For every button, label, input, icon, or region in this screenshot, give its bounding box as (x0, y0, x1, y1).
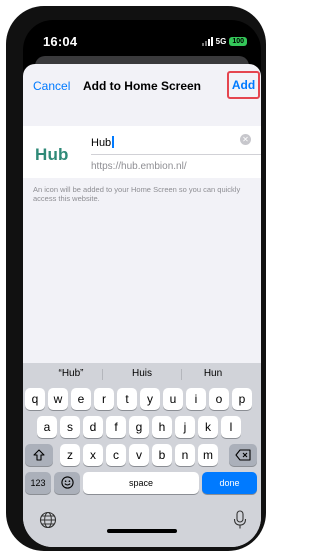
key-c[interactable]: c (106, 444, 126, 466)
site-icon: Hub (35, 145, 69, 164)
key-t[interactable]: t (117, 388, 137, 410)
mic-icon[interactable] (233, 510, 247, 530)
prediction-separator (181, 369, 182, 380)
key-u[interactable]: u (163, 388, 183, 410)
key-i[interactable]: i (186, 388, 206, 410)
key-n[interactable]: n (175, 444, 195, 466)
hint-text: An icon will be added to your Home Scree… (33, 185, 241, 203)
globe-icon[interactable] (39, 511, 57, 529)
key-q[interactable]: q (25, 388, 45, 410)
screen: 16:04 5G 100 Cancel Add to Home Screen A… (23, 20, 261, 547)
predictive-bar: “Hub” Huis Hun (23, 363, 261, 385)
emoji-key[interactable] (54, 472, 80, 494)
signal-icon (201, 36, 213, 46)
prediction-2[interactable]: Huis (112, 368, 172, 379)
home-indicator (107, 529, 177, 533)
backspace-key[interactable] (229, 444, 257, 466)
prediction-1[interactable]: “Hub” (41, 368, 101, 379)
key-e[interactable]: e (71, 388, 91, 410)
key-a[interactable]: a (37, 416, 57, 438)
add-button-highlight: Add (227, 71, 260, 99)
key-p[interactable]: p (232, 388, 252, 410)
key-v[interactable]: v (129, 444, 149, 466)
battery-icon: 100 (229, 36, 247, 46)
text-cursor (112, 136, 114, 148)
key-y[interactable]: y (140, 388, 160, 410)
clear-icon[interactable]: ✕ (240, 134, 251, 145)
emoji-icon (60, 476, 74, 489)
key-x[interactable]: x (83, 444, 103, 466)
add-to-home-sheet: Cancel Add to Home Screen Add Hub Hub ✕ … (23, 64, 261, 547)
keyboard: “Hub” Huis Hun q w e r t y u i o p a s d… (23, 363, 261, 547)
backspace-icon (235, 449, 251, 461)
status-time: 16:04 (43, 34, 78, 49)
key-f[interactable]: f (106, 416, 126, 438)
shortcut-name-value: Hub (91, 137, 112, 149)
key-g[interactable]: g (129, 416, 149, 438)
add-button[interactable]: Add (229, 73, 258, 97)
status-bar: 16:04 5G 100 (23, 20, 261, 56)
key-r[interactable]: r (94, 388, 114, 410)
key-k[interactable]: k (198, 416, 218, 438)
key-m[interactable]: m (198, 444, 218, 466)
key-w[interactable]: w (48, 388, 68, 410)
key-s[interactable]: s (60, 416, 80, 438)
space-key[interactable]: space (83, 472, 199, 494)
key-h[interactable]: h (152, 416, 172, 438)
shift-key[interactable] (25, 444, 53, 466)
network-label: 5G (215, 36, 227, 46)
cancel-button[interactable]: Cancel (33, 79, 70, 93)
divider (91, 154, 261, 155)
key-o[interactable]: o (209, 388, 229, 410)
nav-bar: Cancel Add to Home Screen Add (23, 64, 261, 108)
shortcut-card: Hub Hub ✕ https://hub.embion.nl/ (23, 126, 261, 178)
status-indicators: 5G 100 (201, 35, 247, 47)
prediction-3[interactable]: Hun (183, 368, 243, 379)
key-l[interactable]: l (221, 416, 241, 438)
done-key[interactable]: done (202, 472, 257, 494)
numbers-key[interactable]: 123 (25, 472, 51, 494)
prediction-separator (102, 369, 103, 380)
shortcut-name-field[interactable]: Hub ✕ (91, 133, 253, 149)
key-d[interactable]: d (83, 416, 103, 438)
phone-frame: 16:04 5G 100 Cancel Add to Home Screen A… (6, 6, 266, 551)
shortcut-url: https://hub.embion.nl/ (91, 161, 187, 172)
key-z[interactable]: z (60, 444, 80, 466)
key-b[interactable]: b (152, 444, 172, 466)
key-j[interactable]: j (175, 416, 195, 438)
shift-icon (33, 449, 45, 461)
